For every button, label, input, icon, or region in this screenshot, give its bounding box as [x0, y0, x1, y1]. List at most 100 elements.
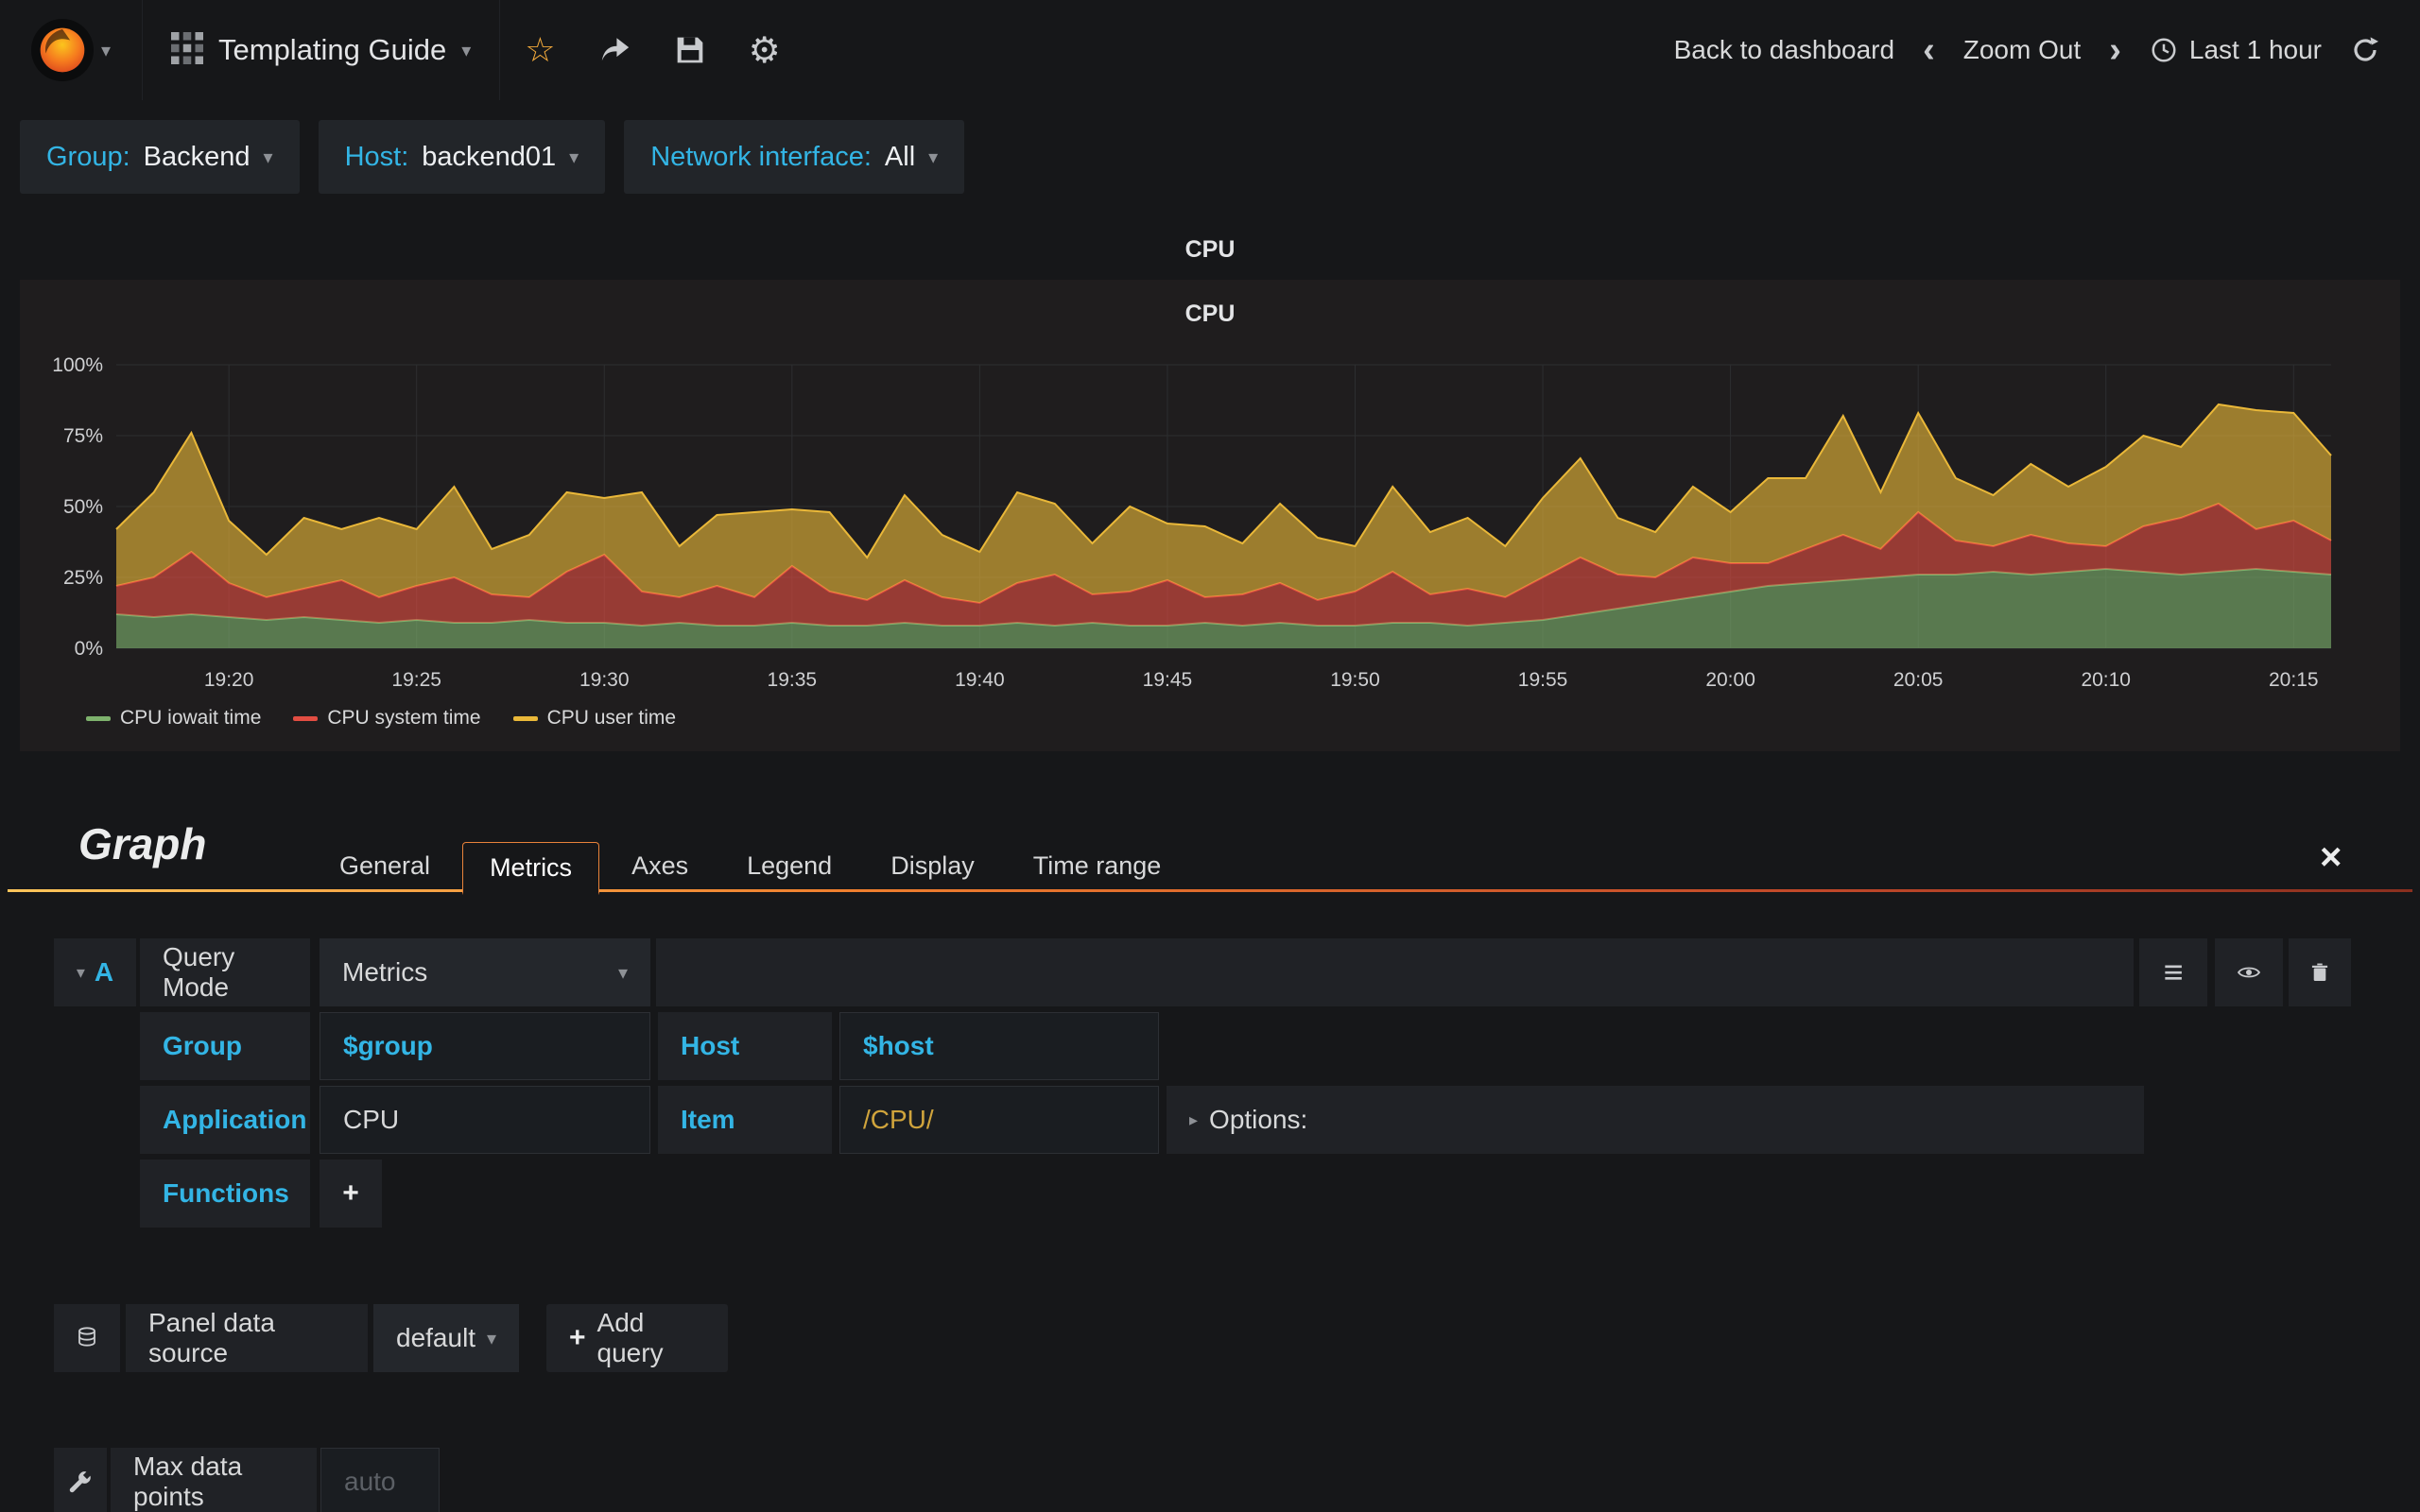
- legend-series-label: CPU system time: [327, 707, 481, 729]
- chevron-down-icon: ▾: [617, 962, 628, 984]
- query-mode-value: Metrics: [342, 957, 428, 987]
- query-editor: ▾ A Query Mode Metrics ▾ ≡ Group $group …: [54, 938, 2351, 1233]
- svg-text:19:35: 19:35: [768, 669, 818, 691]
- share-dashboard-button[interactable]: [599, 35, 631, 65]
- refresh-icon: [2354, 37, 2378, 61]
- close-editor-button[interactable]: ×: [2320, 836, 2342, 879]
- legend-series-label: CPU user time: [546, 707, 677, 729]
- svg-text:19:25: 19:25: [391, 669, 441, 691]
- max-data-points-label: Max data points: [111, 1448, 317, 1512]
- dashboard-settings-button[interactable]: ⚙: [749, 29, 781, 72]
- row-title[interactable]: CPU: [0, 236, 2420, 264]
- zoom-out-button[interactable]: Zoom Out: [1963, 35, 2081, 65]
- time-shift-right-button[interactable]: ›: [2109, 32, 2121, 68]
- group-field-input[interactable]: $group: [320, 1012, 650, 1080]
- legend-swatch-icon: [293, 715, 319, 721]
- item-field-input[interactable]: /CPU/: [839, 1086, 1159, 1154]
- query-mode-label: Query Mode: [140, 938, 310, 1006]
- chevron-down-icon: ▾: [486, 1328, 496, 1349]
- tab-metrics[interactable]: Metrics: [462, 842, 600, 895]
- eye-icon: [2238, 967, 2260, 978]
- options-toggle[interactable]: ▸ Options:: [1167, 1086, 2144, 1154]
- query-toggle-visibility-button[interactable]: [2215, 938, 2283, 1006]
- dashboard-title: Templating Guide: [218, 33, 447, 66]
- datasource-value: default: [396, 1323, 476, 1352]
- svg-text:100%: 100%: [52, 355, 103, 376]
- tab-axes[interactable]: Axes: [605, 839, 715, 892]
- panel-datasource-label: Panel data source: [126, 1304, 368, 1372]
- max-data-points-input[interactable]: [344, 1467, 416, 1497]
- variable-value: All: [884, 141, 916, 172]
- clock-icon: [2152, 38, 2176, 62]
- svg-text:19:55: 19:55: [1518, 669, 1568, 691]
- item-field-label: Item: [658, 1086, 832, 1154]
- variable-group-dropdown[interactable]: Group: Backend ▾: [20, 120, 300, 194]
- options-icon-cell: [54, 1448, 107, 1512]
- save-dashboard-button[interactable]: [675, 35, 705, 65]
- legend-swatch-icon: [86, 715, 111, 721]
- legend-swatch-icon: [512, 715, 538, 721]
- back-to-dashboard-link[interactable]: Back to dashboard: [1674, 35, 1895, 65]
- legend-item[interactable]: CPU iowait time: [86, 707, 261, 730]
- cpu-stacked-area-chart[interactable]: 0% 25% 50% 75% 100% 19:20 19:25 19:30 19:35 19:40…: [39, 355, 2345, 714]
- grafana-app: ▾ Templating Guide ▾ ☆ ⚙ Back to dashboa…: [0, 0, 2420, 1512]
- query-menu-button[interactable]: ≡: [2139, 938, 2207, 1006]
- hamburger-icon: ≡: [2163, 953, 2184, 991]
- panel-options-row: Max data points: [54, 1448, 440, 1512]
- tab-legend[interactable]: Legend: [720, 839, 858, 892]
- datasource-row: Panel data source default ▾ + Add query: [54, 1304, 728, 1372]
- tab-time-range[interactable]: Time range: [1007, 839, 1188, 892]
- svg-text:75%: 75%: [63, 425, 103, 447]
- svg-text:20:00: 20:00: [1705, 669, 1755, 691]
- item-field-value: /CPU/: [863, 1105, 934, 1134]
- query-mode-select[interactable]: Metrics ▾: [320, 938, 650, 1006]
- refresh-button[interactable]: [2350, 35, 2380, 65]
- query-ref-toggle[interactable]: ▾ A: [54, 938, 136, 1006]
- tab-display[interactable]: Display: [864, 839, 1001, 892]
- star-icon: ☆: [525, 30, 556, 69]
- tab-general[interactable]: General: [313, 839, 457, 892]
- grafana-logo-icon: [30, 19, 94, 81]
- svg-text:19:30: 19:30: [579, 669, 630, 691]
- application-field-input[interactable]: CPU: [320, 1086, 650, 1154]
- query-delete-button[interactable]: [2289, 938, 2351, 1006]
- variable-label: Network interface:: [650, 141, 872, 172]
- svg-text:0%: 0%: [75, 638, 103, 660]
- template-variables-row: Group: Backend ▾ Host: backend01 ▾ Netwo…: [20, 120, 965, 194]
- legend-item[interactable]: CPU user time: [512, 707, 677, 730]
- panel-editor-type-label: Graph: [78, 819, 207, 868]
- query-row-filler: [656, 938, 2134, 1006]
- panel-title[interactable]: CPU: [20, 301, 2400, 328]
- legend-item[interactable]: CPU system time: [293, 707, 481, 730]
- variable-value: backend01: [422, 141, 557, 172]
- options-label: Options:: [1209, 1105, 1308, 1134]
- gear-icon: ⚙: [748, 30, 781, 71]
- group-field-value: $group: [343, 1031, 433, 1060]
- plus-icon: +: [569, 1322, 586, 1353]
- panel-editor-tabs: General Metrics Axes Legend Display Time…: [313, 835, 1188, 895]
- variable-value: Backend: [143, 141, 251, 172]
- svg-text:19:50: 19:50: [1330, 669, 1380, 691]
- query-row-application-item: Application CPU Item /CPU/ ▸ Options:: [54, 1086, 2351, 1154]
- query-row-a: ▾ A Query Mode Metrics ▾ ≡: [54, 938, 2351, 1006]
- chevron-right-icon: ▸: [1189, 1109, 1199, 1129]
- grafana-logo-button[interactable]: ▾: [0, 0, 142, 100]
- time-range-picker[interactable]: Last 1 hour: [2150, 35, 2322, 65]
- datasource-select[interactable]: default ▾: [373, 1304, 519, 1372]
- dashboard-title-picker[interactable]: Templating Guide ▾: [143, 0, 499, 100]
- time-shift-left-button[interactable]: ‹: [1923, 32, 1935, 68]
- wrench-icon: [69, 1471, 91, 1493]
- share-icon: [601, 38, 629, 61]
- host-field-input[interactable]: $host: [839, 1012, 1159, 1080]
- variable-host-dropdown[interactable]: Host: backend01 ▾: [318, 120, 606, 194]
- chevron-down-icon: ▾: [263, 146, 273, 168]
- save-icon: [677, 37, 702, 63]
- add-query-button[interactable]: + Add query: [546, 1304, 728, 1372]
- variable-netif-dropdown[interactable]: Network interface: All ▾: [624, 120, 965, 194]
- graph-legend: CPU iowait time CPU system time CPU user t…: [86, 707, 676, 730]
- star-dashboard-button[interactable]: ☆: [525, 30, 555, 70]
- trash-icon: [2311, 963, 2328, 981]
- add-function-button[interactable]: +: [320, 1160, 382, 1228]
- variable-label: Host:: [344, 141, 409, 172]
- org-switcher-caret-icon: ▾: [100, 40, 112, 61]
